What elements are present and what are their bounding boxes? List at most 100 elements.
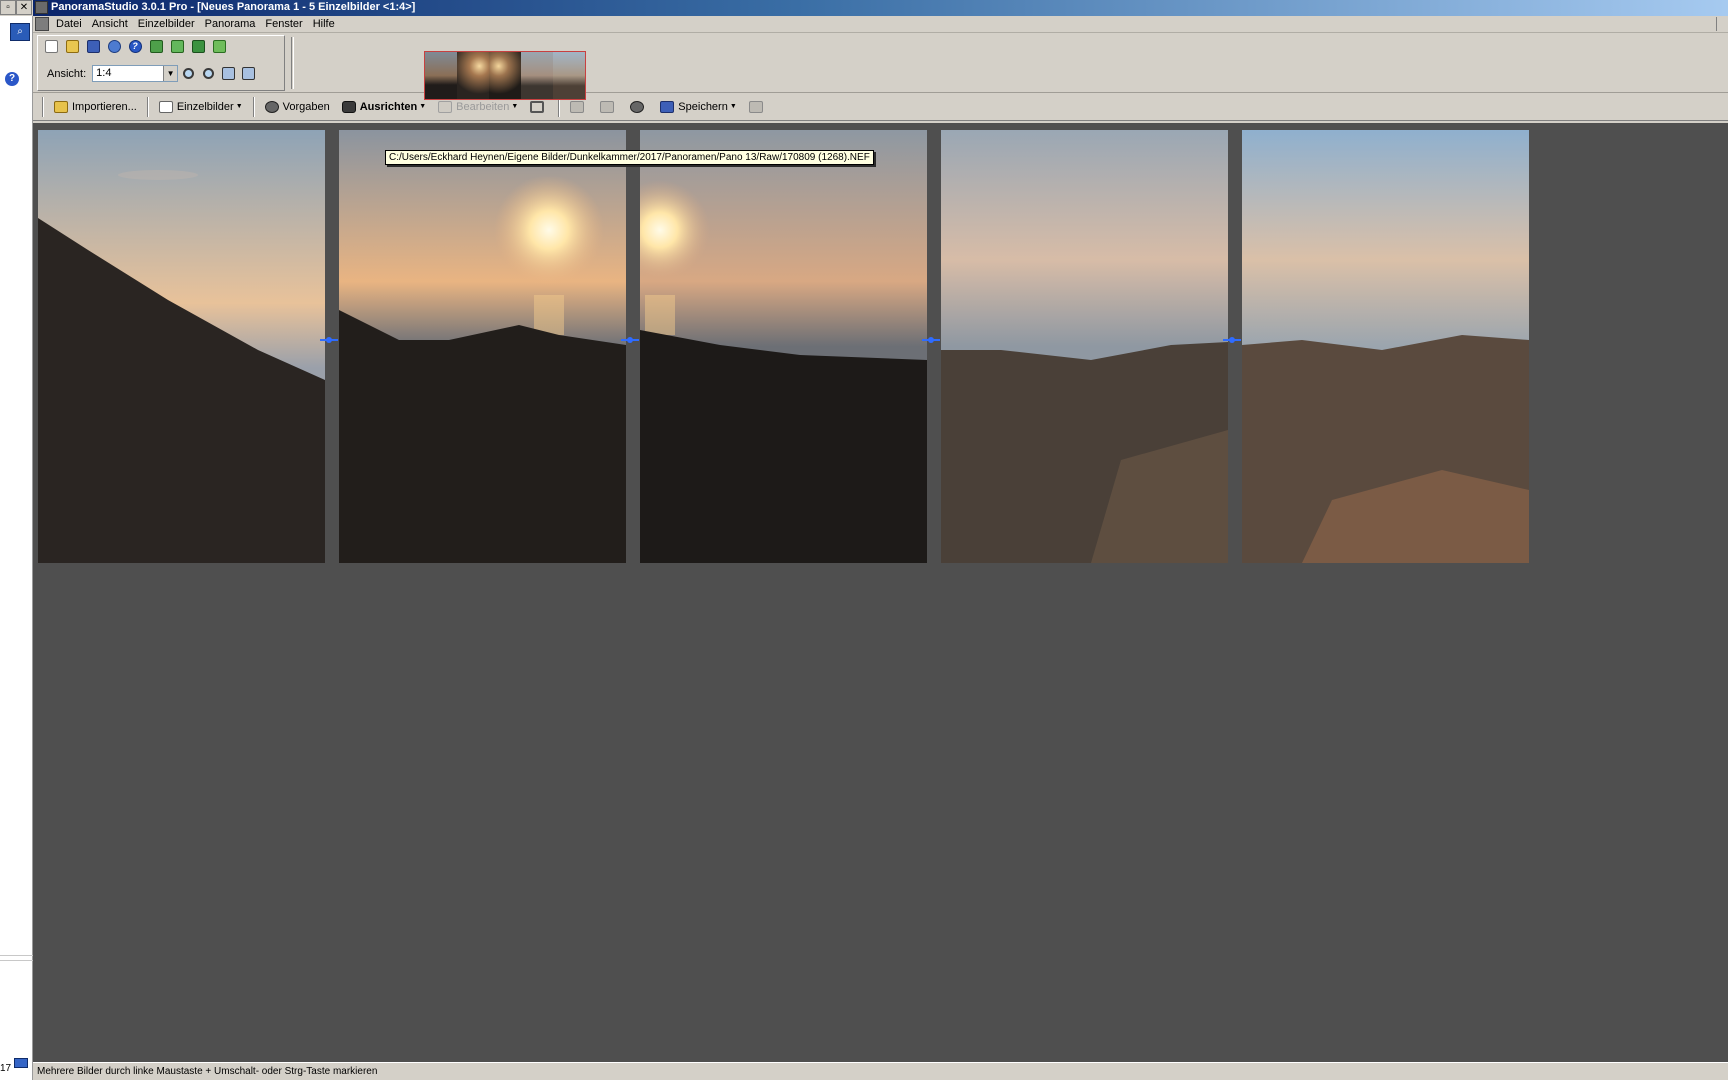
coast-photo xyxy=(941,130,1228,563)
save-disk-icon xyxy=(660,100,675,113)
view-toolbar: Ansicht: 1:4 ▼ xyxy=(41,64,258,83)
print-button[interactable] xyxy=(595,96,623,118)
source-image-3[interactable] xyxy=(640,130,927,563)
overlap-handle[interactable] xyxy=(1223,337,1241,343)
new-document-icon xyxy=(44,40,58,53)
rotate-icon xyxy=(630,100,645,113)
export-3d-icon xyxy=(748,100,763,113)
save-disk-icon xyxy=(86,40,100,53)
close-icon[interactable]: ✕ xyxy=(16,0,32,15)
file-path-tooltip: C:/Users/Eckhard Heynen/Eigene Bilder/Du… xyxy=(385,150,874,165)
overlap-handle[interactable] xyxy=(621,337,639,343)
toolbar-separator xyxy=(252,96,255,117)
menu-panorama[interactable]: Panorama xyxy=(200,16,261,32)
zoom-out-button[interactable] xyxy=(199,64,218,83)
document-icon[interactable] xyxy=(35,17,49,31)
save-button[interactable] xyxy=(83,37,103,56)
background-window-strip: ▫ ✕ ⌕ ? 17 xyxy=(0,0,33,1080)
rotate-button[interactable] xyxy=(625,96,653,118)
source-image-2[interactable] xyxy=(339,130,626,563)
align-button[interactable]: Ausrichten ▼ xyxy=(337,96,431,118)
zoom-value: 1:4 xyxy=(96,67,112,79)
crop-icon xyxy=(530,100,545,113)
copy-icon xyxy=(570,100,585,113)
chevron-down-icon[interactable]: ▼ xyxy=(419,103,426,110)
open-folder-icon xyxy=(65,40,79,53)
status-text: Mehrere Bilder durch linke Maustaste + U… xyxy=(37,1066,378,1077)
toolbar-separator xyxy=(291,37,294,89)
actual-size-icon xyxy=(222,67,236,80)
images-button[interactable]: Einzelbilder ▼ xyxy=(154,96,248,118)
view-label: Ansicht: xyxy=(47,67,87,80)
help-button[interactable]: ? xyxy=(125,37,145,56)
zoom-select[interactable]: 1:4 ▼ xyxy=(92,65,179,82)
align-button[interactable] xyxy=(167,37,187,56)
divider xyxy=(0,955,33,956)
images-label: Einzelbilder xyxy=(176,100,234,113)
toolbar-grip xyxy=(42,96,44,117)
overlap-handle[interactable] xyxy=(922,337,940,343)
zoom-fit-button[interactable] xyxy=(239,64,258,83)
preview-segment xyxy=(425,52,457,99)
menu-bar: Datei Ansicht Einzelbilder Panorama Fens… xyxy=(33,16,1728,33)
import-label: Importieren... xyxy=(72,100,137,113)
open-button[interactable] xyxy=(62,37,82,56)
export-3d-button[interactable] xyxy=(744,96,772,118)
export-button[interactable] xyxy=(209,37,229,56)
align-icon xyxy=(341,100,356,113)
menu-datei[interactable]: Datei xyxy=(51,16,87,32)
window-title: PanoramaStudio 3.0.1 Pro - [Neues Panora… xyxy=(51,1,416,13)
import-icon xyxy=(149,40,163,53)
status-bar: Mehrere Bilder durch linke Maustaste + U… xyxy=(33,1062,1728,1080)
chevron-down-icon[interactable]: ▼ xyxy=(236,103,243,110)
sunset-photo xyxy=(339,130,626,563)
panorama-preview-thumbnail[interactable] xyxy=(424,51,586,100)
save-label: Speichern xyxy=(678,100,728,113)
save-panorama-button[interactable]: Speichern ▼ xyxy=(655,96,741,118)
source-image-1[interactable] xyxy=(38,130,325,563)
menu-ansicht[interactable]: Ansicht xyxy=(87,16,133,32)
image-workspace[interactable] xyxy=(33,123,1728,1062)
presets-button[interactable]: Vorgaben xyxy=(260,96,335,118)
page-number: 17 xyxy=(0,1063,12,1074)
import-button[interactable]: Importieren... xyxy=(49,96,142,118)
overlap-handle[interactable] xyxy=(320,337,338,343)
align-label: Ausrichten xyxy=(359,100,418,113)
landscape-photo xyxy=(38,130,325,563)
help-icon[interactable]: ? xyxy=(5,72,19,86)
help-icon: ? xyxy=(128,40,142,53)
edit-icon xyxy=(438,100,453,113)
preview-segment xyxy=(553,52,585,99)
menu-hilfe[interactable]: Hilfe xyxy=(308,16,340,32)
chevron-down-icon[interactable]: ▼ xyxy=(511,103,518,110)
divider xyxy=(0,960,33,961)
edit-label: Bearbeiten xyxy=(456,100,510,113)
zoom-in-button[interactable] xyxy=(179,64,198,83)
preview-segment xyxy=(489,52,521,99)
export-icon xyxy=(212,40,226,53)
fit-window-icon xyxy=(242,67,256,80)
chevron-down-icon[interactable]: ▼ xyxy=(163,66,178,81)
source-image-5[interactable] xyxy=(1242,130,1529,563)
new-button[interactable] xyxy=(41,37,61,56)
info-button[interactable] xyxy=(104,37,124,56)
zoom-actual-button[interactable] xyxy=(219,64,238,83)
images-grid-icon xyxy=(158,100,173,113)
gear-icon xyxy=(264,100,279,113)
search-icon[interactable]: ⌕ xyxy=(10,23,30,41)
refresh-button[interactable] xyxy=(188,37,208,56)
menu-einzelbilder[interactable]: Einzelbilder xyxy=(133,16,200,32)
title-bar: PanoramaStudio 3.0.1 Pro - [Neues Panora… xyxy=(33,0,1728,16)
align-icon xyxy=(170,40,184,53)
import-images-button[interactable] xyxy=(146,37,166,56)
import-folder-icon xyxy=(54,100,68,113)
panoramastudio-window: PanoramaStudio 3.0.1 Pro - [Neues Panora… xyxy=(33,0,1728,1080)
restore-icon[interactable]: ▫ xyxy=(0,0,16,15)
tray-icon[interactable] xyxy=(14,1058,28,1068)
restore-icon[interactable] xyxy=(1716,17,1726,31)
menu-fenster[interactable]: Fenster xyxy=(260,16,307,32)
source-image-4[interactable] xyxy=(941,130,1228,563)
chevron-down-icon[interactable]: ▼ xyxy=(730,103,737,110)
sunset-photo xyxy=(640,130,927,563)
preview-segment xyxy=(521,52,553,99)
